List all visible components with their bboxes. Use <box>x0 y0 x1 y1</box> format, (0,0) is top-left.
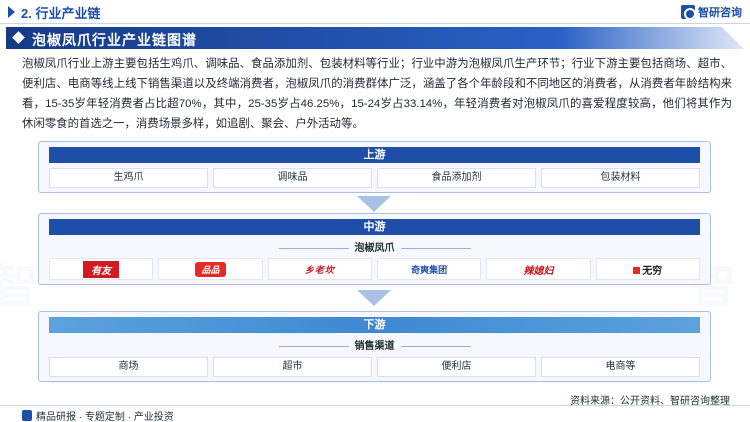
downstream-heading: 下游 <box>49 317 700 333</box>
watermark: 智 <box>0 260 38 312</box>
upstream-item: 调味品 <box>213 168 372 188</box>
downstream-item: 超市 <box>213 357 372 377</box>
logo-icon <box>681 5 696 20</box>
footer-left-text: 精品研报 · 专题定制 · 产业投资 <box>36 412 174 422</box>
header-divider <box>0 23 750 24</box>
source-note: 资料来源：公开资料、智研咨询整理 <box>570 396 730 407</box>
logo-text: 智研咨询 <box>698 7 742 19</box>
downstream-item: 电商等 <box>541 357 700 377</box>
footer: 精品研报 · 专题定制 · 产业投资 资料来源：公开资料、智研咨询整理 <box>0 396 750 422</box>
divider-line <box>278 247 349 249</box>
brand-logo-laxifu: 辣媳妇 <box>486 258 591 280</box>
brand-row: 有友 品品 乡老坎 奇爽集团 辣媳妇 无穷 <box>49 258 700 280</box>
page-title-bar: 泡椒凤爪行业产业链图谱 <box>6 27 744 49</box>
midstream-product: 泡椒凤爪 <box>39 239 710 254</box>
brand-logo-pinpin: 品品 <box>158 258 263 280</box>
midstream-product-label: 泡椒凤爪 <box>354 243 395 254</box>
divider-line <box>400 345 471 347</box>
midstream-panel: 中游 泡椒凤爪 有友 品品 乡老坎 奇爽集团 辣媳妇 无穷 <box>38 213 711 285</box>
section-header: 2. 行业产业链 <box>0 0 750 24</box>
brand-logo-qishuang: 奇爽集团 <box>376 258 482 280</box>
down-arrow-icon <box>357 196 391 212</box>
downstream-item: 商场 <box>49 357 208 377</box>
section-bullet-icon <box>8 6 15 18</box>
description-paragraph: 泡椒凤爪行业上游主要包括生鸡爪、调味品、食品添加剂、包装材料等行业；行业中游为泡… <box>22 58 732 130</box>
downstream-channel: 销售渠道 <box>39 337 710 352</box>
brand-logo[interactable]: 智研咨询 <box>681 4 742 20</box>
brand-logo-youyou: 有友 <box>49 258 154 280</box>
downstream-item: 便利店 <box>377 357 536 377</box>
upstream-item: 食品添加剂 <box>377 168 536 188</box>
midstream-heading: 中游 <box>49 219 700 235</box>
report-icon <box>22 410 32 421</box>
brand-square-icon <box>633 267 641 275</box>
upstream-item: 包装材料 <box>541 168 700 188</box>
section-title: 2. 行业产业链 <box>21 5 101 21</box>
footer-tagline: 精品研报 · 专题定制 · 产业投资 <box>22 408 174 422</box>
downstream-items: 商场 超市 便利店 电商等 <box>49 357 700 377</box>
upstream-items: 生鸡爪 调味品 食品添加剂 包装材料 <box>49 168 700 188</box>
brand-logo-xianglaokan: 乡老坎 <box>267 258 372 280</box>
brand-logo-wuqiong: 无穷 <box>595 258 700 280</box>
divider-line <box>400 247 471 249</box>
channel-label: 销售渠道 <box>354 341 395 352</box>
downstream-panel: 下游 销售渠道 商场 超市 便利店 电商等 <box>38 311 711 382</box>
upstream-item: 生鸡爪 <box>49 168 208 188</box>
upstream-heading: 上游 <box>49 147 700 163</box>
title-diamond-icon <box>12 31 25 44</box>
down-arrow-icon <box>357 290 391 306</box>
upstream-panel: 上游 生鸡爪 调味品 食品添加剂 包装材料 <box>38 141 711 193</box>
divider-line <box>278 345 349 347</box>
page-title: 泡椒凤爪行业产业链图谱 <box>32 32 197 48</box>
